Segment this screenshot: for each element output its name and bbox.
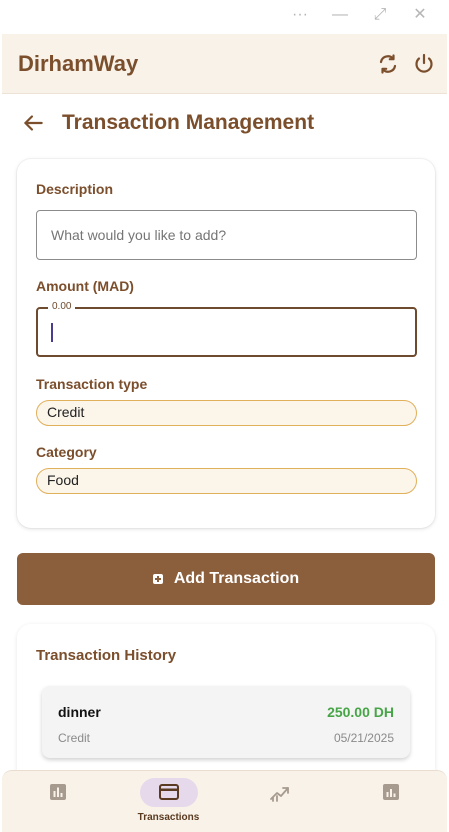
- app-title: DirhamWay: [18, 51, 139, 76]
- transaction-description: dinner: [58, 704, 101, 720]
- nav-item-dashboard[interactable]: [2, 771, 113, 832]
- credit-card-icon: [158, 781, 180, 803]
- app-bar: DirhamWay: [2, 34, 447, 94]
- transaction-type-label: Transaction type: [36, 376, 148, 392]
- category-select[interactable]: Food: [36, 468, 417, 494]
- maximize-icon[interactable]: ⤢: [368, 4, 392, 26]
- description-input[interactable]: [37, 211, 416, 259]
- amount-input[interactable]: 0.00: [36, 301, 417, 357]
- transaction-form-card: Description Amount (MAD) 0.00 Transactio…: [17, 159, 435, 528]
- trending-up-icon: [269, 781, 291, 803]
- transaction-amount: 250.00 DH: [327, 704, 394, 720]
- minimize-icon[interactable]: —: [328, 4, 352, 26]
- transaction-history-card: Transaction History dinner 250.00 DH Cre…: [17, 624, 435, 784]
- nav-label-transactions: Transactions: [137, 812, 200, 823]
- transaction-item[interactable]: dinner 250.00 DH Credit 05/21/2025: [42, 686, 410, 758]
- nav-item-trends[interactable]: [224, 771, 335, 832]
- nav-item-analytics[interactable]: [335, 771, 446, 832]
- add-transaction-label: Add Transaction: [173, 570, 300, 587]
- history-title: Transaction History: [36, 647, 177, 664]
- bottom-navigation: Transactions: [2, 770, 447, 832]
- add-box-icon: [152, 574, 163, 584]
- transaction-type-select[interactable]: Credit: [36, 400, 417, 426]
- nav-item-transactions[interactable]: Transactions: [113, 771, 224, 832]
- page-title: Transaction Management: [62, 111, 315, 134]
- transaction-date: 05/21/2025: [333, 731, 394, 745]
- window-title-bar: ··· — ⤢ ✕: [0, 0, 449, 32]
- transaction-type: Credit: [58, 731, 91, 745]
- amount-label: Amount (MAD): [36, 278, 134, 294]
- text-cursor: [51, 323, 53, 342]
- close-icon[interactable]: ✕: [408, 4, 432, 26]
- analytics-icon: [380, 781, 402, 803]
- category-label: Category: [36, 444, 97, 460]
- description-field-box: [36, 210, 417, 260]
- description-label: Description: [36, 181, 114, 197]
- bar-chart-icon: [47, 781, 69, 803]
- add-transaction-button[interactable]: Add Transaction: [17, 553, 435, 605]
- amount-placeholder-legend: 0.00: [48, 301, 76, 312]
- arrow-back-icon[interactable]: [20, 110, 46, 136]
- more-options-icon[interactable]: ···: [288, 4, 312, 26]
- refresh-icon[interactable]: [376, 52, 400, 76]
- power-icon[interactable]: [412, 52, 436, 76]
- page-header: Transaction Management: [0, 100, 449, 148]
